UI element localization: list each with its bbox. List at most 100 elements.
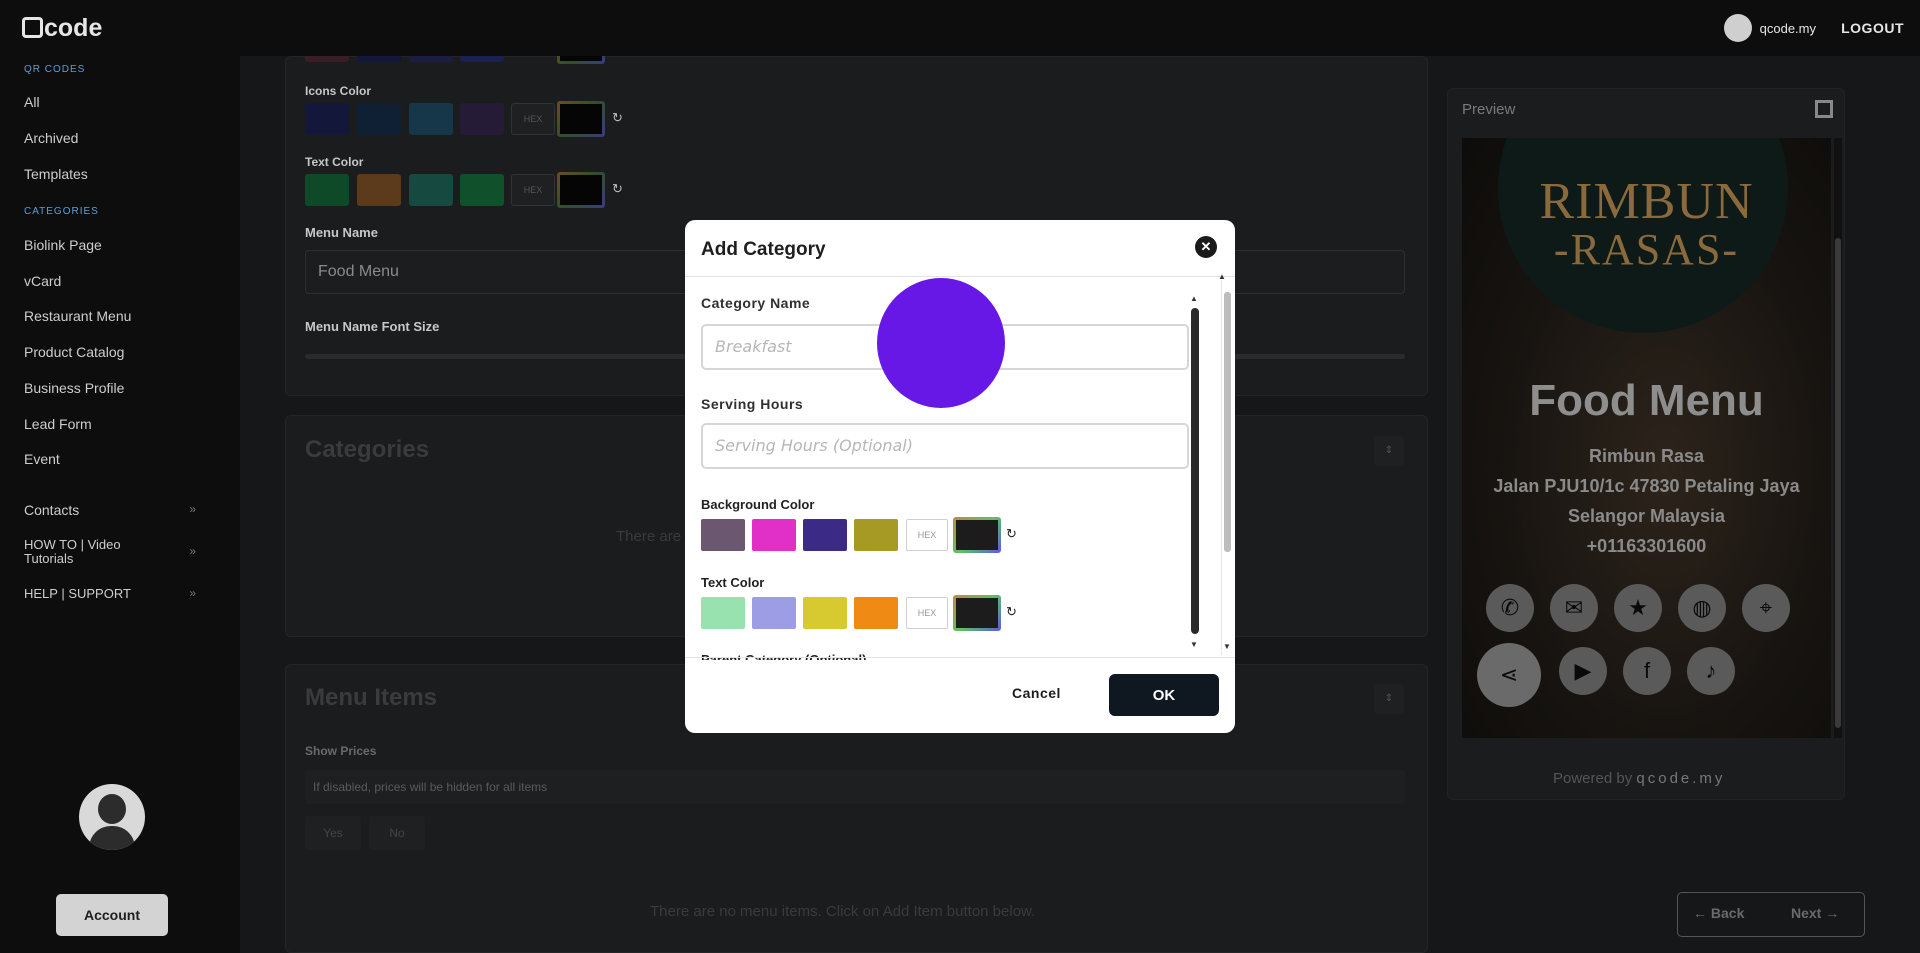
text-color-hex[interactable]: HEX [511, 174, 555, 206]
scroll-up-icon[interactable]: ▲ [1218, 272, 1226, 281]
text-color-swatch-1[interactable] [701, 597, 745, 629]
scroll-down-icon[interactable]: ▼ [1190, 640, 1198, 649]
scroll-down-icon[interactable]: ▼ [1223, 642, 1231, 651]
youtube-icon[interactable]: ▶ [1559, 647, 1607, 695]
background-color-hex[interactable]: HEX [906, 519, 948, 551]
next-button[interactable]: Next → [1791, 905, 1839, 921]
reset-icon[interactable]: ↻ [612, 110, 623, 126]
preview-line-4: +01163301600 [1586, 536, 1707, 556]
brand-name-top: RIMBUN [1539, 173, 1754, 230]
text-color-swatch-1[interactable] [305, 174, 349, 206]
sidebar-item-vcard[interactable]: vCard [24, 273, 61, 289]
reset-icon[interactable]: ↻ [1006, 604, 1017, 620]
text-color-swatch-4[interactable] [460, 174, 504, 206]
sidebar-item-archived[interactable]: Archived [24, 130, 78, 146]
qcode-logo[interactable]: code [22, 14, 102, 43]
text-color-swatch-3[interactable] [803, 597, 847, 629]
sidebar-item-product-catalog[interactable]: Product Catalog [24, 344, 124, 360]
outer-scroll-track [1221, 280, 1222, 655]
logo-q-mark [22, 17, 43, 38]
text-color-swatch-2[interactable] [752, 597, 796, 629]
text-color-label: Text Color [701, 575, 765, 590]
menu-name-label: Menu Name [305, 225, 378, 240]
sidebar-item-business-profile[interactable]: Business Profile [24, 380, 124, 396]
serving-hours-label: Serving Hours [701, 396, 804, 412]
reset-icon[interactable]: ↻ [1006, 526, 1017, 542]
preview-phone: RIMBUN -RASAS- Food Menu Rimbun Rasa Jal… [1462, 138, 1831, 738]
background-color-swatch-3[interactable] [803, 519, 847, 551]
preview-scrollbar[interactable] [1834, 138, 1842, 738]
sidebar-item-templates[interactable]: Templates [24, 166, 88, 182]
close-icon[interactable]: ✕ [1195, 236, 1217, 258]
serving-hours-input[interactable]: Serving Hours (Optional) [701, 423, 1189, 469]
dialog-scrollbar[interactable] [1191, 308, 1199, 634]
icons-color-hex[interactable]: HEX [511, 103, 555, 135]
parent-category-label: Parent Category (Optional) [701, 652, 867, 660]
show-prices-no[interactable]: No [369, 816, 425, 850]
text-color-hex[interactable]: HEX [906, 597, 948, 629]
sidebar-item-event[interactable]: Event [24, 451, 60, 467]
outer-scrollbar-thumb[interactable] [1224, 292, 1231, 552]
show-prices-label: Show Prices [305, 744, 377, 758]
chevron-double-right-icon: » [189, 544, 196, 558]
collapse-toggle-icon[interactable]: ⇕ [1374, 684, 1404, 714]
text-color-swatch-3[interactable] [409, 174, 453, 206]
user-menu[interactable]: qcode.my [1723, 14, 1816, 42]
facebook-icon[interactable]: f [1623, 647, 1671, 695]
preview-title: Food Menu [1529, 376, 1764, 425]
sidebar-heading-categories: CATEGORIES [24, 206, 99, 217]
sidebar-item-lead-form[interactable]: Lead Form [24, 416, 92, 432]
preview-line-2: Jalan PJU10/1c 47830 Petaling Jaya [1493, 476, 1800, 496]
icons-color-swatch-3[interactable] [409, 103, 453, 135]
background-color-label: Background Color [701, 497, 815, 512]
globe-icon[interactable]: ◍ [1678, 584, 1726, 632]
background-color-swatch-1[interactable] [701, 519, 745, 551]
sidebar-item-how-to[interactable]: HOW TO | Video Tutorials [24, 538, 154, 566]
show-prices-hint: If disabled, prices will be hidden for a… [305, 770, 1405, 804]
icons-color-label: Icons Color [305, 84, 372, 98]
text-color-swatch-4[interactable] [854, 597, 898, 629]
sidebar-item-contacts[interactable]: Contacts [24, 502, 79, 518]
preview-label: Preview [1462, 101, 1516, 118]
icons-color-swatch-1[interactable] [305, 103, 349, 135]
back-button[interactable]: ← Back [1693, 905, 1744, 921]
text-color-picker[interactable] [557, 172, 605, 208]
background-color-swatch-4[interactable] [854, 519, 898, 551]
icons-color-swatch-2[interactable] [357, 103, 401, 135]
text-color-swatch-2[interactable] [357, 174, 401, 206]
ok-button[interactable]: OK [1109, 674, 1219, 716]
brand-name-bottom: -RASAS- [1553, 225, 1740, 274]
chevron-double-right-icon: » [189, 586, 196, 600]
cancel-button[interactable]: Cancel [1012, 685, 1061, 701]
sidebar-item-all[interactable]: All [24, 94, 40, 110]
avatar [1723, 14, 1752, 42]
reset-icon[interactable]: ↻ [612, 181, 623, 197]
collapse-toggle-icon[interactable]: ⇕ [1374, 436, 1404, 466]
background-color-swatch-2[interactable] [752, 519, 796, 551]
qr-code-icon[interactable] [1815, 100, 1833, 118]
location-icon[interactable]: ⌖ [1742, 584, 1790, 632]
background-color-picker[interactable] [953, 517, 1001, 553]
star-icon[interactable]: ★ [1614, 584, 1662, 632]
share-icon[interactable]: ⋖ [1477, 643, 1541, 707]
account-button[interactable]: Account [56, 894, 168, 936]
sidebar-heading-qr-codes: QR CODES [24, 64, 86, 75]
scroll-up-icon[interactable]: ▲ [1190, 294, 1198, 303]
email-icon[interactable]: ✉ [1550, 584, 1598, 632]
show-prices-yes[interactable]: Yes [305, 816, 361, 850]
icons-color-picker[interactable] [557, 101, 605, 137]
account-avatar [79, 784, 145, 850]
icons-color-swatch-4[interactable] [460, 103, 504, 135]
menu-items-empty-text: There are no menu items. Click on Add It… [650, 903, 1036, 920]
categories-empty-text: There are [616, 528, 682, 545]
phone-icon[interactable]: ✆ [1486, 584, 1534, 632]
sidebar-item-restaurant-menu[interactable]: Restaurant Menu [24, 308, 131, 324]
tiktok-icon[interactable]: ♪ [1687, 647, 1735, 695]
text-color-picker[interactable] [953, 595, 1001, 631]
sidebar-item-biolink-page[interactable]: Biolink Page [24, 237, 102, 253]
preview-line-3: Selangor Malaysia [1567, 506, 1726, 526]
touch-indicator [877, 278, 1005, 408]
logout-link[interactable]: LOGOUT [1841, 20, 1904, 36]
sidebar-item-help-support[interactable]: HELP | SUPPORT [24, 586, 131, 601]
dialog-title: Add Category [701, 239, 826, 260]
